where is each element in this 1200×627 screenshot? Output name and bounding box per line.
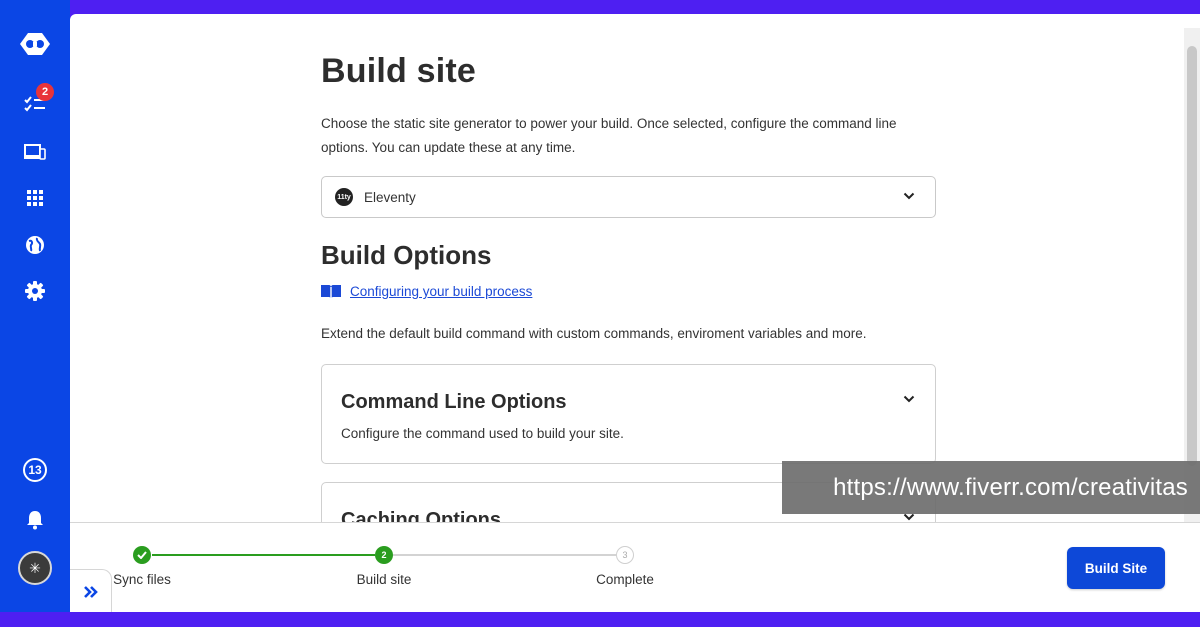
chevron-down-icon xyxy=(903,192,915,200)
vertical-scrollbar[interactable] xyxy=(1184,28,1200,536)
card-description: Configure the command used to build your… xyxy=(341,426,624,441)
netlify-logo-icon xyxy=(20,33,50,55)
wizard-footer: 2 3 Sync files Build site Complete Build… xyxy=(70,522,1200,612)
step-build-site-dot: 2 xyxy=(375,546,393,564)
sidebar-item-apps[interactable] xyxy=(0,180,70,216)
configuring-build-link[interactable]: Configuring your build process xyxy=(350,284,532,299)
main-panel: Build site Choose the static site genera… xyxy=(70,14,1200,612)
notification-badge: 2 xyxy=(36,83,54,101)
step-complete-dot: 3 xyxy=(616,546,634,564)
collapse-sidebar-button[interactable] xyxy=(70,569,112,612)
step-connector-complete xyxy=(152,554,375,556)
devices-icon xyxy=(24,144,46,160)
step-label-complete: Complete xyxy=(596,572,654,587)
double-chevron-right-icon xyxy=(83,585,98,598)
notifications-button[interactable] xyxy=(0,502,70,538)
book-icon xyxy=(321,285,341,299)
chevron-down-icon[interactable] xyxy=(903,395,915,403)
grid-icon xyxy=(27,190,43,206)
check-icon xyxy=(137,551,147,559)
doc-link-row: Configuring your build process xyxy=(321,284,532,299)
sidebar-item-count[interactable]: 13 xyxy=(0,452,70,488)
avatar: ✳ xyxy=(18,551,52,585)
sidebar-item-settings[interactable] xyxy=(0,273,70,309)
generator-select-value: Eleventy xyxy=(364,189,416,205)
page-title: Build site xyxy=(321,52,477,90)
gear-icon xyxy=(25,281,45,301)
sidebar: 2 13 ✳ xyxy=(0,0,70,612)
count-indicator: 13 xyxy=(23,458,47,482)
sidebar-item-tasks[interactable]: 2 xyxy=(0,83,70,122)
step-sync-files-dot xyxy=(133,546,151,564)
step-label-build-site: Build site xyxy=(356,572,412,587)
build-site-button[interactable]: Build Site xyxy=(1067,547,1165,589)
command-line-options-card[interactable]: Command Line Options Configure the comma… xyxy=(321,364,936,464)
scrollbar-thumb[interactable] xyxy=(1187,46,1197,466)
step-connector-pending xyxy=(393,554,616,556)
build-options-description: Extend the default build command with cu… xyxy=(321,326,867,341)
globe-icon xyxy=(26,236,44,254)
bell-icon xyxy=(27,511,43,530)
step-label-sync-files: Sync files xyxy=(113,572,171,587)
sidebar-item-devices[interactable] xyxy=(0,134,70,170)
user-menu-button[interactable]: ✳ xyxy=(0,550,70,586)
generator-select[interactable]: 11ty Eleventy xyxy=(321,176,936,218)
chevron-down-icon[interactable] xyxy=(903,513,915,521)
eleventy-logo-icon: 11ty xyxy=(335,188,353,206)
build-options-heading: Build Options xyxy=(321,240,492,270)
intro-text: Choose the static site generator to powe… xyxy=(321,116,897,155)
watermark-overlay: https://www.fiverr.com/creativitas xyxy=(782,461,1200,514)
card-title: Command Line Options xyxy=(341,391,567,413)
app-logo[interactable] xyxy=(0,26,70,62)
sidebar-item-domains[interactable] xyxy=(0,227,70,263)
